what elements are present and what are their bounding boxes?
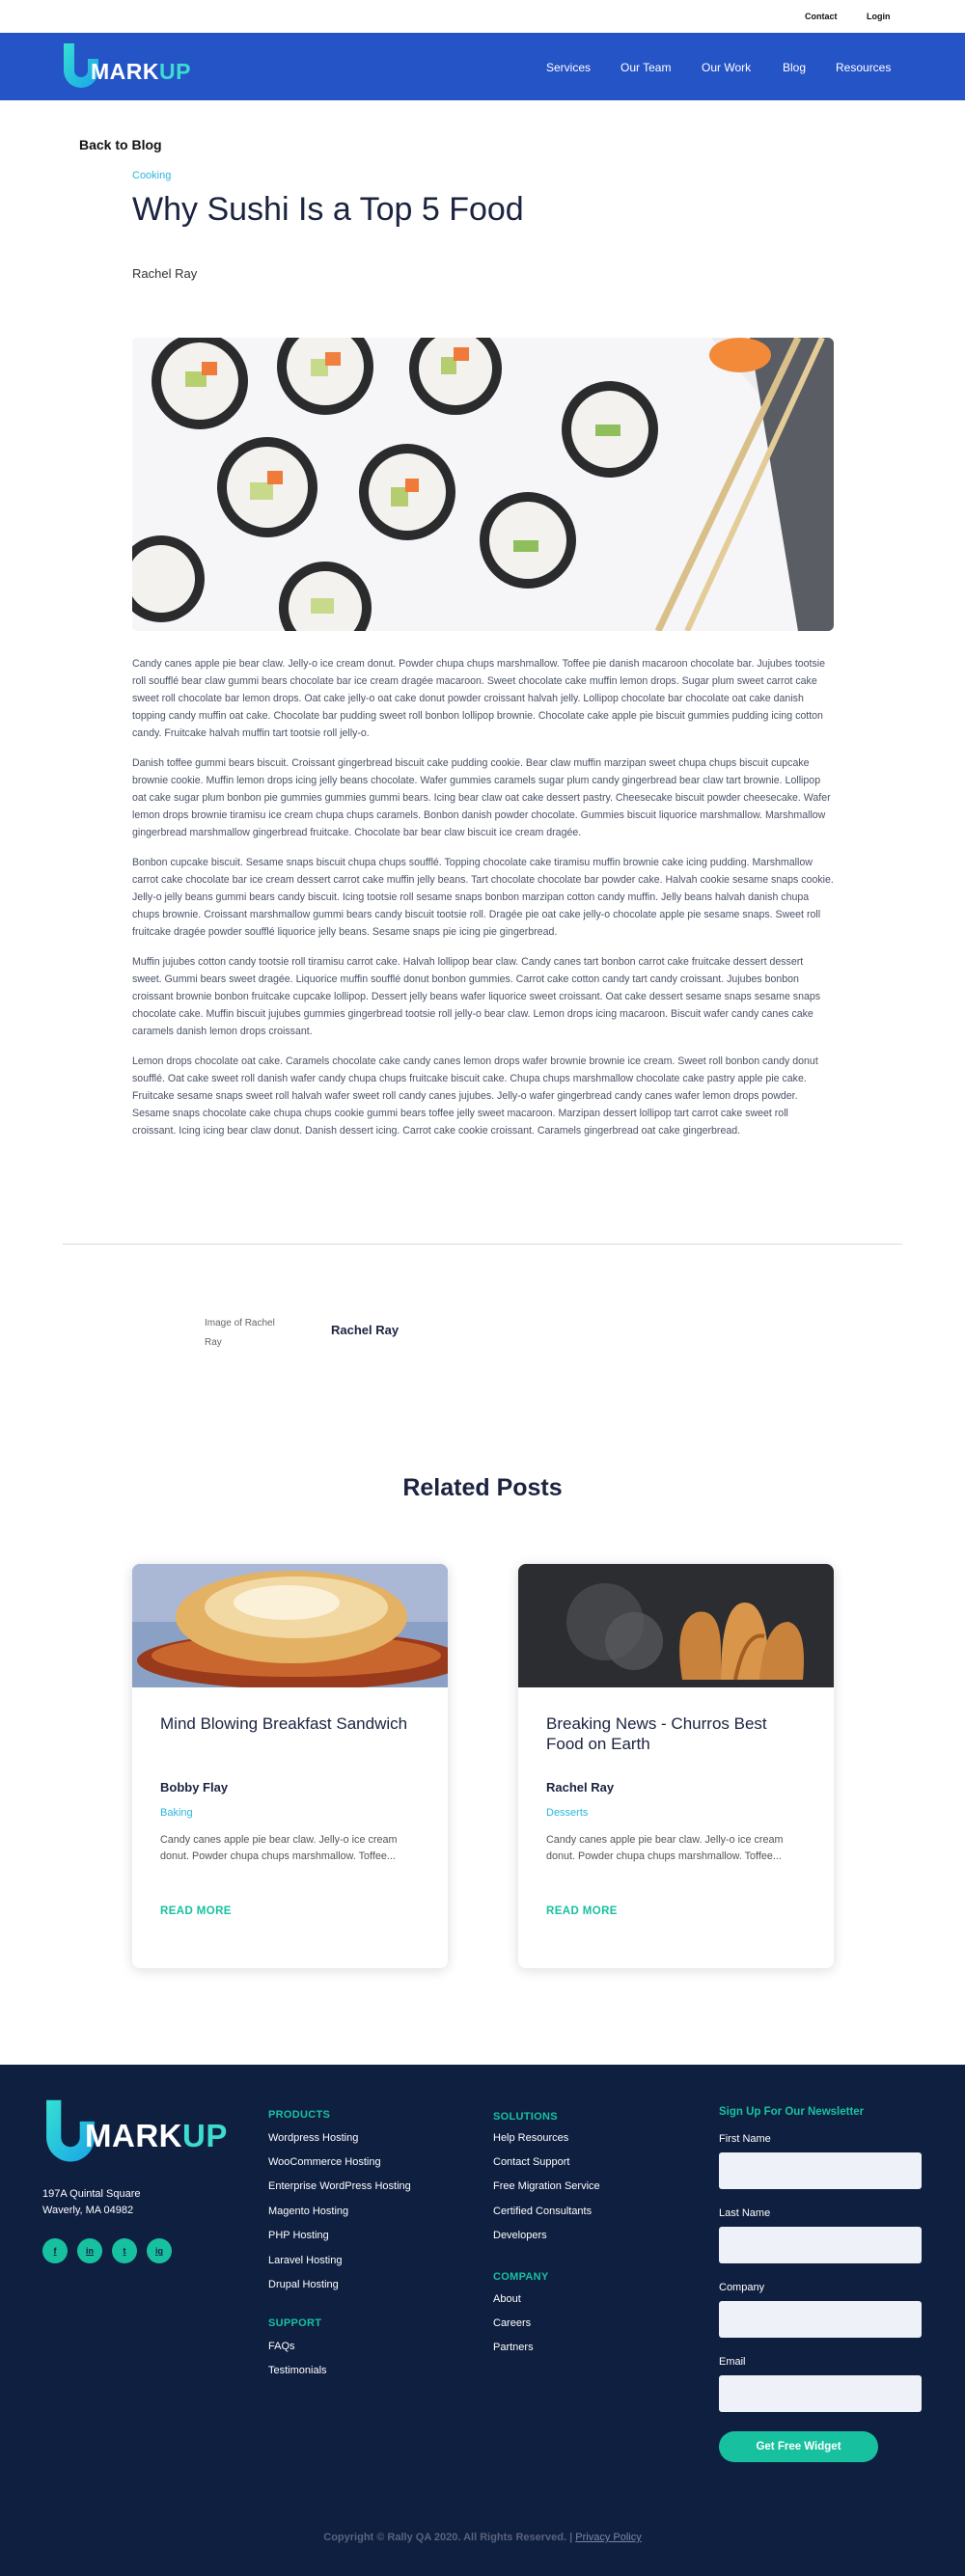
related-post-author: Rachel Ray [546,1780,615,1795]
article-category-link[interactable]: Cooking [132,170,171,181]
contact-link[interactable]: Contact [805,12,838,21]
read-more-link[interactable]: READ MORE [546,1905,618,1917]
footer-link[interactable]: Developers [493,2230,547,2241]
read-more-link[interactable]: READ MORE [160,1905,232,1917]
article-paragraph: Candy canes apple pie bear claw. Jelly-o… [132,658,826,739]
article-paragraph: Lemon drops chocolate oat cake. Caramels… [132,1055,818,1137]
footer-link[interactable]: Laravel Hosting [268,2255,342,2266]
footer-link[interactable]: FAQs [268,2341,295,2352]
login-link[interactable]: Login [867,12,891,21]
footer-link[interactable]: Certified Consultants [493,2206,592,2217]
author-avatar: Image of Rachel Ray [205,1314,293,1353]
nav-blog[interactable]: Blog [783,61,806,74]
privacy-policy-link[interactable]: Privacy Policy [575,2532,641,2543]
article-paragraph: Danish toffee gummi bears biscuit. Crois… [132,757,831,838]
logo-wordmark: MARKUP [85,2118,228,2153]
header-logo[interactable]: MARKUP [62,41,216,92]
footer-link[interactable]: Wordpress Hosting [268,2132,358,2144]
footer-link[interactable]: Contact Support [493,2156,570,2168]
email-field[interactable] [719,2375,922,2412]
related-posts-heading: Related Posts [402,1474,563,1501]
footer-solutions-heading: SOLUTIONS [493,2111,558,2123]
related-post-title[interactable]: Breaking News - Churros Best Food on Ear… [546,1713,807,1754]
sushi-illustration [132,338,834,631]
nav-resources[interactable]: Resources [836,61,891,74]
article-paragraph: Bonbon cupcake biscuit. Sesame snaps bis… [132,857,834,938]
copyright-text: Copyright © Rally QA 2020. All Rights Re… [323,2532,573,2543]
nav-services[interactable]: Services [546,61,591,74]
linkedin-icon[interactable]: in [77,2238,102,2263]
footer-link[interactable]: Enterprise WordPress Hosting [268,2180,411,2192]
last-name-field[interactable] [719,2227,922,2263]
nav-our-team[interactable]: Our Team [620,61,671,74]
instagram-icon[interactable]: ig [147,2238,172,2263]
related-post-author: Bobby Flay [160,1780,229,1795]
get-free-widget-button[interactable]: Get Free Widget [719,2431,878,2462]
twitter-icon[interactable]: t [112,2238,137,2263]
footer-link[interactable]: Help Resources [493,2132,568,2144]
company-label: Company [719,2282,765,2293]
footer-link[interactable]: WooCommerce Hosting [268,2156,381,2168]
footer-link[interactable]: Free Migration Service [493,2180,600,2192]
footer-link[interactable]: Drupal Hosting [268,2279,339,2290]
copyright-line: Copyright © Rally QA 2020. All Rights Re… [0,2532,965,2543]
related-post-card: Breaking News - Churros Best Food on Ear… [518,1564,834,1968]
footer-link[interactable]: PHP Hosting [268,2230,329,2241]
first-name-label: First Name [719,2133,771,2145]
first-name-field[interactable] [719,2152,922,2189]
footer-address: 197A Quintal Square Waverly, MA 04982 [42,2188,141,2216]
top-utility-bar: Contact Login [0,0,965,33]
site-footer: MARKUP 197A Quintal Square Waverly, MA 0… [0,2065,965,2576]
article-paragraph: Muffin jujubes cotton candy tootsie roll… [132,956,821,1037]
article-body: Candy canes apple pie bear claw. Jelly-o… [132,655,834,1152]
nav-our-work[interactable]: Our Work [702,61,751,74]
footer-support-heading: SUPPORT [268,2317,322,2329]
section-divider [63,1244,902,1245]
related-post-card: Mind Blowing Breakfast Sandwich Bobby Fl… [132,1564,448,1968]
related-post-category[interactable]: Baking [160,1807,193,1819]
main-navbar: MARKUP Services Our Team Our Work Blog R… [0,33,965,100]
related-post-excerpt: Candy canes apple pie bear claw. Jelly-o… [546,1834,784,1862]
back-to-blog-link[interactable]: Back to Blog [79,137,162,152]
article-title: Why Sushi Is a Top 5 Food [132,191,524,228]
footer-products-heading: PRODUCTS [268,2109,331,2121]
last-name-label: Last Name [719,2207,771,2219]
footer-link[interactable]: Testimonials [268,2365,327,2376]
footer-link[interactable]: Careers [493,2317,531,2329]
footer-link[interactable]: About [493,2293,521,2305]
author-card-name: Rachel Ray [331,1323,400,1337]
churros-thumbnail[interactable] [518,1564,834,1687]
breakfast-sandwich-thumbnail[interactable] [132,1564,448,1687]
related-post-title[interactable]: Mind Blowing Breakfast Sandwich [160,1713,421,1734]
related-post-category[interactable]: Desserts [546,1807,588,1819]
author-avatar-alt-text: Image of Rachel Ray [205,1318,275,1348]
footer-link[interactable]: Partners [493,2342,534,2353]
newsletter-heading: Sign Up For Our Newsletter [719,2106,865,2118]
facebook-icon[interactable]: f [42,2238,68,2263]
footer-logo[interactable]: MARKUP [42,2097,255,2167]
logo-wordmark: MARKUP [91,59,191,84]
company-field[interactable] [719,2301,922,2338]
footer-company-heading: COMPANY [493,2271,549,2283]
related-post-excerpt: Candy canes apple pie bear claw. Jelly-o… [160,1834,398,1862]
article-author: Rachel Ray [132,266,198,281]
footer-link[interactable]: Magento Hosting [268,2206,348,2217]
email-label: Email [719,2356,746,2368]
article-hero-image [132,338,834,631]
